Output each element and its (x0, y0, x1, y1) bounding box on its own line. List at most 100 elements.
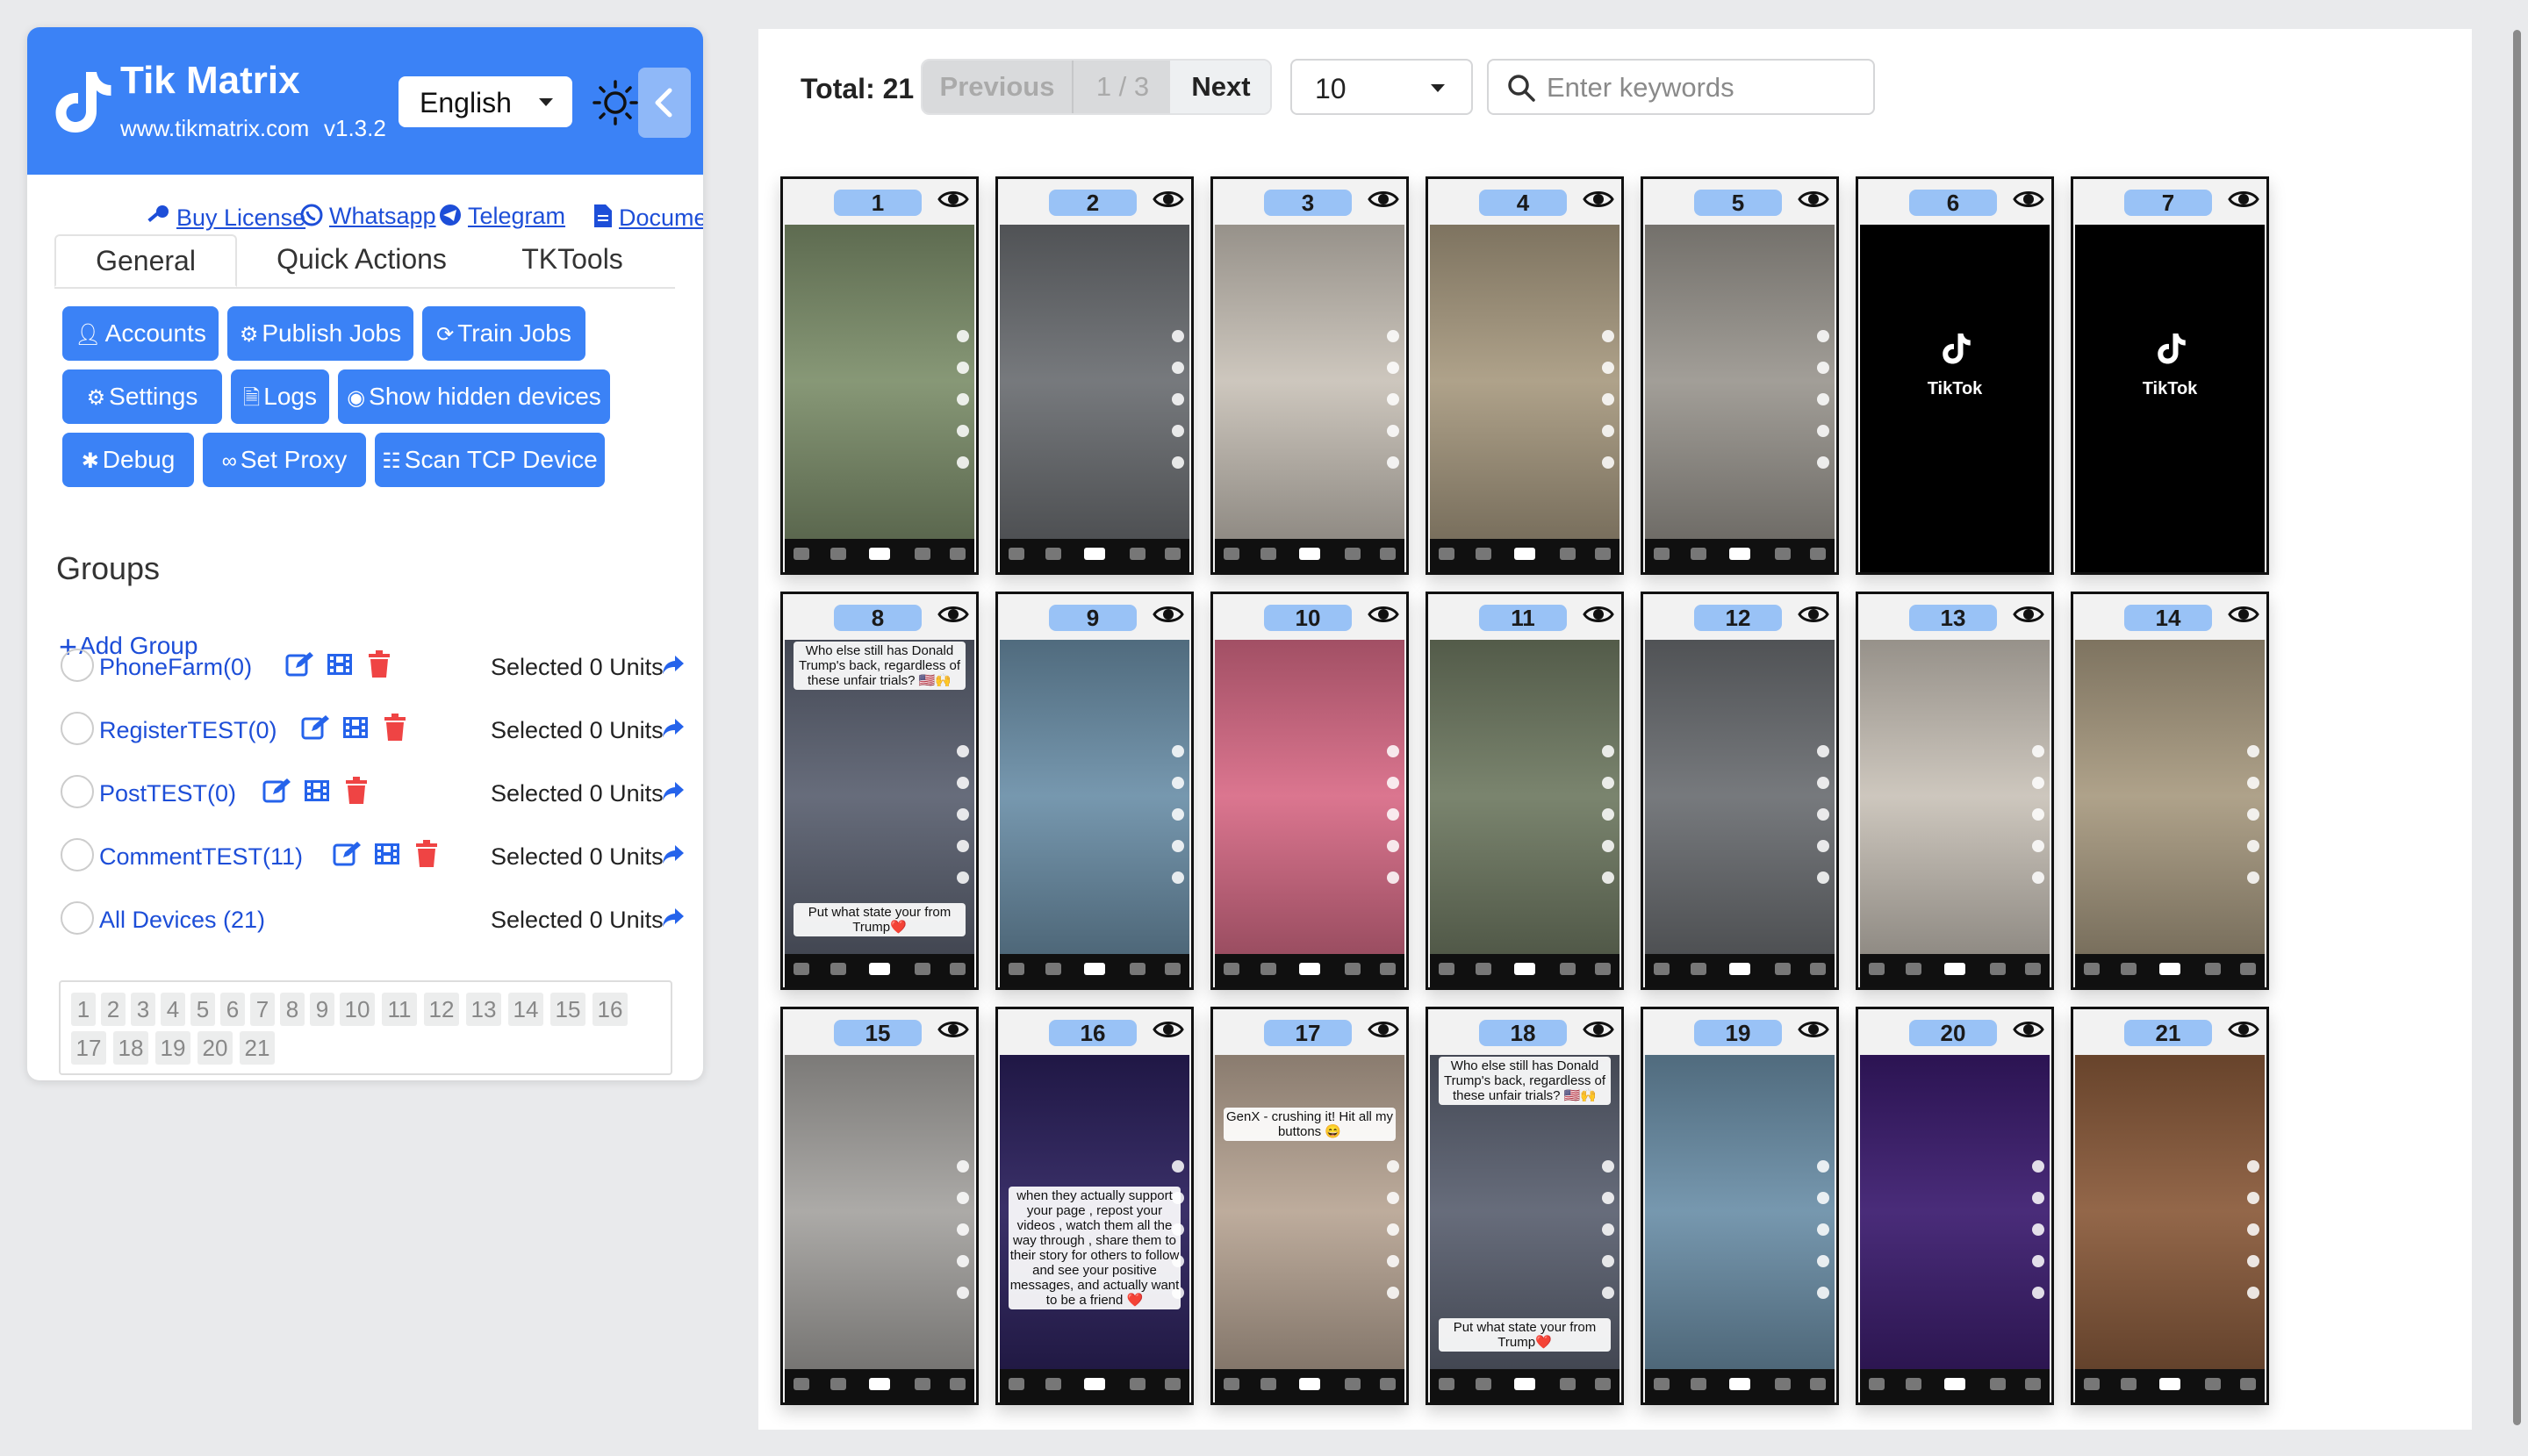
eye-icon[interactable] (1798, 1018, 1829, 1041)
device-number-chip[interactable]: 13 (466, 993, 501, 1026)
device-screen[interactable] (1000, 225, 1189, 572)
device-screen[interactable]: TikTok (2075, 225, 2265, 572)
device-number-chip[interactable]: 7 (250, 993, 275, 1026)
eye-icon[interactable] (1368, 603, 1399, 626)
debug-button[interactable]: ✱ Debug (62, 433, 194, 487)
device-screen[interactable]: TikTok (1860, 225, 2050, 572)
tab-tktools[interactable]: TKTools (493, 234, 651, 287)
device-screen[interactable] (1430, 640, 1620, 987)
logs-button[interactable]: 🗎 Logs (231, 369, 329, 424)
device-card[interactable]: 15 (780, 1007, 979, 1405)
eye-icon[interactable] (1583, 188, 1614, 211)
train-jobs-button[interactable]: ⟳ Train Jobs (422, 306, 585, 361)
film-icon[interactable] (326, 650, 354, 678)
eye-icon[interactable] (1798, 188, 1829, 211)
per-page-select[interactable]: 10 (1290, 59, 1473, 115)
trash-icon[interactable] (414, 840, 439, 868)
eye-icon[interactable] (2013, 603, 2044, 626)
device-card[interactable]: 12 (1641, 592, 1839, 990)
device-card[interactable]: 3 (1210, 176, 1409, 575)
eye-icon[interactable] (2228, 188, 2259, 211)
device-number-chip[interactable]: 3 (131, 993, 155, 1026)
device-number-chip[interactable]: 4 (161, 993, 185, 1026)
eye-icon[interactable] (1153, 1018, 1184, 1041)
device-screen[interactable]: when they actually support your page , r… (1000, 1055, 1189, 1402)
document-link[interactable]: Document (592, 203, 703, 232)
device-card[interactable]: 13 (1856, 592, 2054, 990)
device-number-chip[interactable]: 18 (113, 1031, 148, 1065)
device-number-chip[interactable]: 19 (155, 1031, 190, 1065)
group-checkbox[interactable] (61, 712, 94, 745)
eye-icon[interactable] (937, 1018, 969, 1041)
device-card[interactable]: 7 TikTok (2071, 176, 2269, 575)
device-screen[interactable]: Who else still has Donald Trump's back, … (785, 640, 974, 987)
eye-icon[interactable] (1368, 1018, 1399, 1041)
eye-icon[interactable] (2228, 1018, 2259, 1041)
device-number-chip[interactable]: 21 (240, 1031, 275, 1065)
device-number-chip[interactable]: 5 (190, 993, 215, 1026)
device-screen[interactable] (2075, 640, 2265, 987)
device-card[interactable]: 16 when they actually support your page … (995, 1007, 1194, 1405)
device-screen[interactable]: GenX - crushing it! Hit all my buttons 😄 (1215, 1055, 1404, 1402)
tab-general[interactable]: General (54, 234, 237, 287)
device-number-chip[interactable]: 11 (382, 993, 417, 1026)
eye-icon[interactable] (2013, 188, 2044, 211)
publish-jobs-button[interactable]: ⚙ Publish Jobs (227, 306, 413, 361)
eye-icon[interactable] (1153, 603, 1184, 626)
device-screen[interactable]: Who else still has Donald Trump's back, … (1430, 1055, 1620, 1402)
device-card[interactable]: 11 (1426, 592, 1624, 990)
device-screen[interactable] (1645, 1055, 1835, 1402)
edit-icon[interactable] (333, 840, 361, 868)
film-icon[interactable] (341, 714, 370, 742)
device-card[interactable]: 5 (1641, 176, 1839, 575)
device-number-chip[interactable]: 2 (101, 993, 126, 1026)
device-screen[interactable] (1000, 640, 1189, 987)
eye-icon[interactable] (937, 603, 969, 626)
device-screen[interactable] (1860, 640, 2050, 987)
share-icon[interactable] (661, 654, 686, 677)
eye-icon[interactable] (2228, 603, 2259, 626)
scrollbar-thumb[interactable] (2513, 30, 2521, 1425)
device-number-chip[interactable]: 1 (71, 993, 96, 1026)
device-card[interactable]: 1 (780, 176, 979, 575)
device-number-chip[interactable]: 17 (71, 1031, 106, 1065)
settings-button[interactable]: ⚙ Settings (62, 369, 222, 424)
telegram-link[interactable]: Telegram (438, 203, 565, 230)
share-icon[interactable] (661, 780, 686, 803)
group-name-link[interactable]: RegisterTEST(0) (99, 717, 277, 744)
device-card[interactable]: 20 (1856, 1007, 2054, 1405)
group-checkbox[interactable] (61, 901, 94, 935)
device-number-chip[interactable]: 16 (592, 993, 628, 1026)
eye-icon[interactable] (1153, 188, 1184, 211)
device-card[interactable]: 8 Who else still has Donald Trump's back… (780, 592, 979, 990)
eye-icon[interactable] (1583, 603, 1614, 626)
device-card[interactable]: 21 (2071, 1007, 2269, 1405)
eye-icon[interactable] (1583, 1018, 1614, 1041)
accounts-button[interactable]: 👤︎ Accounts (62, 306, 219, 361)
share-icon[interactable] (661, 717, 686, 740)
tab-quick-actions[interactable]: Quick Actions (265, 234, 458, 287)
device-number-chip[interactable]: 20 (198, 1031, 233, 1065)
trash-icon[interactable] (383, 714, 407, 742)
device-screen[interactable] (2075, 1055, 2265, 1402)
device-card[interactable]: 14 (2071, 592, 2269, 990)
device-number-chip[interactable]: 8 (280, 993, 305, 1026)
eye-icon[interactable] (1798, 603, 1829, 626)
device-card[interactable]: 9 (995, 592, 1194, 990)
group-name-link[interactable]: PostTEST(0) (99, 780, 236, 807)
device-card[interactable]: 18 Who else still has Donald Trump's bac… (1426, 1007, 1624, 1405)
device-number-chip[interactable]: 14 (508, 993, 543, 1026)
device-screen[interactable] (1215, 225, 1404, 572)
eye-icon[interactable] (937, 188, 969, 211)
device-number-chip[interactable]: 15 (550, 993, 585, 1026)
group-name-link[interactable]: CommentTEST(11) (99, 843, 303, 871)
edit-icon[interactable] (262, 777, 291, 805)
theme-toggle-sun-icon[interactable] (591, 78, 640, 127)
device-card[interactable]: 17 GenX - crushing it! Hit all my button… (1210, 1007, 1409, 1405)
device-card[interactable]: 2 (995, 176, 1194, 575)
trash-icon[interactable] (367, 650, 391, 678)
group-checkbox[interactable] (61, 838, 94, 871)
film-icon[interactable] (373, 840, 401, 868)
device-screen[interactable] (1860, 1055, 2050, 1402)
whatsapp-link[interactable]: Whatsapp (299, 203, 436, 230)
